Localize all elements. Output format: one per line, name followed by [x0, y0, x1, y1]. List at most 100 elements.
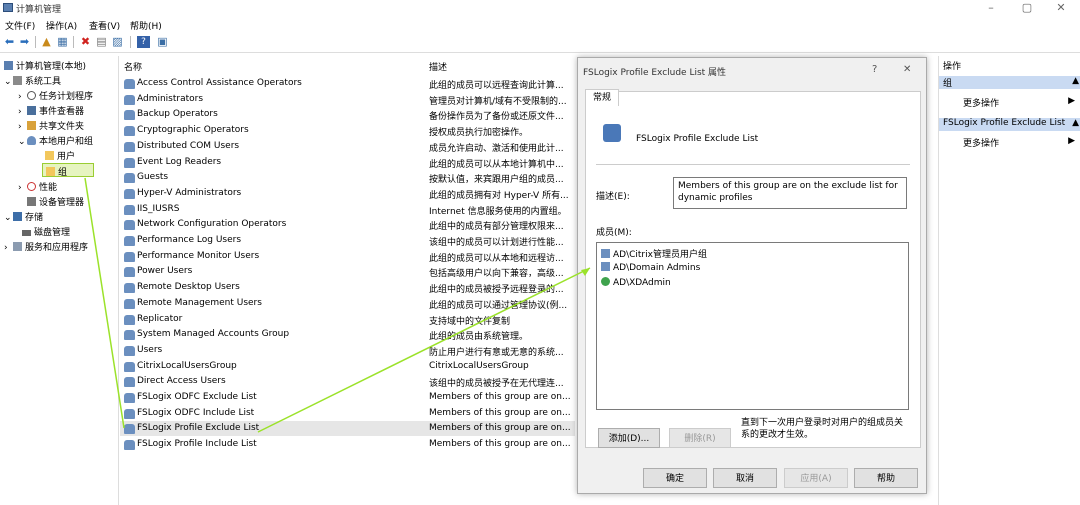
tab-general[interactable]: 常规: [585, 89, 619, 106]
tree-device-manager[interactable]: 设备管理器: [27, 195, 84, 208]
tree-root[interactable]: 计算机管理(本地): [4, 59, 86, 72]
table-row[interactable]: Event Log Readers 此组的成员可以从本地计算机中...: [120, 155, 575, 170]
console-icon[interactable]: ▣: [156, 36, 169, 48]
export-list-icon[interactable]: ▨: [111, 36, 124, 48]
add-button[interactable]: 添加(D)...: [598, 428, 660, 448]
member-item[interactable]: AD\XDAdmin: [601, 277, 671, 288]
close-window-button[interactable]: ✕: [1046, 0, 1076, 15]
members-list[interactable]: AD\Citrix管理员用户组 AD\Domain Admins AD\XDAd…: [596, 242, 909, 410]
folder-icon: [46, 167, 55, 176]
dialog-title: FSLogix Profile Exclude List 属性: [583, 68, 727, 78]
more-actions-1[interactable]: 更多操作 ▶: [963, 96, 1080, 109]
performance-icon: [27, 182, 36, 191]
chevron-down-icon[interactable]: ⌄: [18, 137, 27, 147]
tree-event-viewer[interactable]: › 事件查看器: [18, 104, 84, 117]
remove-button[interactable]: 删除(R): [669, 428, 731, 448]
dialog-help-button[interactable]: ?: [872, 64, 877, 75]
delete-icon[interactable]: ✖: [79, 36, 92, 48]
chevron-right-icon[interactable]: ›: [18, 183, 27, 193]
table-row[interactable]: Guests 按默认值，来宾跟用户组的成员...: [120, 170, 575, 185]
chevron-down-icon[interactable]: ⌄: [4, 213, 13, 223]
table-row[interactable]: FSLogix Profile Exclude List Members of t…: [120, 421, 575, 437]
group-name-cell: Performance Monitor Users: [137, 250, 260, 261]
table-row[interactable]: Power Users 包括高级用户以向下兼容，高级...: [120, 264, 575, 279]
menu-action[interactable]: 操作(A): [46, 19, 77, 32]
menu-file[interactable]: 文件(F): [5, 19, 35, 32]
actions-section-groups[interactable]: 组 ▲: [939, 76, 1080, 89]
table-row[interactable]: Replicator 支持域中的文件复制: [120, 312, 575, 327]
tree-disk-management[interactable]: 磁盘管理: [22, 225, 70, 238]
tree-task-scheduler[interactable]: › 任务计划程序: [18, 89, 93, 102]
table-row[interactable]: Remote Management Users 此组的成员可以通过管理协议(例..…: [120, 296, 575, 311]
table-row[interactable]: IIS_IUSRS Internet 信息服务使用的内置组。: [120, 202, 575, 217]
clock-icon: [27, 91, 36, 100]
table-row[interactable]: Distributed COM Users 成员允许启动、激活和使用此计...: [120, 139, 575, 154]
group-name-cell: Access Control Assistance Operators: [137, 78, 302, 88]
tab-panel: FSLogix Profile Exclude List 描述(E): Memb…: [585, 91, 921, 448]
table-row[interactable]: Performance Monitor Users 此组的成员可以从本地和远程访.…: [120, 249, 575, 264]
tree-services-apps[interactable]: › 服务和应用程序: [4, 240, 88, 253]
chevron-right-icon[interactable]: ›: [4, 243, 13, 253]
table-row[interactable]: CitrixLocalUsersGroup CitrixLocalUsersGro…: [120, 359, 575, 374]
chevron-right-icon[interactable]: ›: [18, 122, 27, 132]
tree-storage[interactable]: ⌄ 存储: [4, 210, 43, 223]
group-description-cell: 此组的成员可以通过管理协议(例...: [429, 300, 568, 311]
table-row[interactable]: Hyper-V Administrators 此组的成员拥有对 Hyper-V 所…: [120, 186, 575, 201]
group-description-cell: 此组的成员由系统管理。: [429, 332, 529, 343]
table-row[interactable]: FSLogix ODFC Include List Members of this…: [120, 406, 575, 421]
more-actions-2[interactable]: 更多操作 ▶: [963, 136, 1080, 149]
menu-help[interactable]: 帮助(H): [130, 19, 162, 32]
user-group-icon: [601, 249, 610, 258]
table-row[interactable]: Access Control Assistance Operators 此组的成员…: [120, 76, 575, 91]
apply-button[interactable]: 应用(A): [784, 468, 848, 488]
group-name-cell: FSLogix Profile Exclude List: [137, 423, 260, 434]
group-description-cell: Internet 信息服务使用的内置组。: [429, 206, 567, 217]
tree-users[interactable]: 用户: [45, 149, 75, 162]
tree-system-tools[interactable]: ⌄ 系统工具: [4, 74, 61, 87]
table-row[interactable]: Network Configuration Operators 此组中的成员有部分…: [120, 217, 575, 232]
title-bar: 计算机管理 – ▢ ✕: [0, 0, 1080, 17]
forward-icon[interactable]: ➡: [18, 36, 31, 48]
chevron-right-icon[interactable]: ›: [18, 107, 27, 117]
menu-view[interactable]: 查看(V): [89, 19, 120, 32]
dialog-close-button[interactable]: ✕: [903, 64, 911, 75]
tree-local-users-groups[interactable]: ⌄ 本地用户和组: [18, 134, 93, 147]
member-item[interactable]: AD\Domain Admins: [601, 262, 700, 273]
collapse-icon[interactable]: ▲: [1072, 76, 1079, 86]
toolbar: ⬅ ➡ ▲ ▦ ✖ ▤ ▨ ? ▣: [0, 33, 1080, 53]
minimize-button[interactable]: –: [976, 0, 1006, 15]
description-field[interactable]: Members of this group are on the exclude…: [673, 177, 907, 209]
tree-groups[interactable]: 组: [42, 163, 94, 178]
tree-performance[interactable]: › 性能: [18, 180, 57, 193]
chevron-right-icon[interactable]: ›: [18, 92, 27, 102]
properties-icon[interactable]: ▤: [95, 36, 108, 48]
table-row[interactable]: FSLogix Profile Include List Members of t…: [120, 437, 575, 452]
table-row[interactable]: Cryptographic Operators 授权成员执行加密操作。: [120, 123, 575, 138]
chevron-down-icon[interactable]: ⌄: [4, 77, 13, 87]
column-header-description[interactable]: 描述: [429, 60, 447, 73]
group-icon: [124, 440, 135, 451]
back-icon[interactable]: ⬅: [3, 36, 16, 48]
table-row[interactable]: Performance Log Users 该组中的成员可以计划进行性能...: [120, 233, 575, 248]
show-hide-tree-icon[interactable]: ▦: [56, 36, 69, 48]
member-item[interactable]: AD\Citrix管理员用户组: [601, 247, 707, 260]
maximize-button[interactable]: ▢: [1012, 0, 1042, 15]
cancel-button[interactable]: 取消: [713, 468, 777, 488]
table-row[interactable]: Users 防止用户进行有意或无意的系统...: [120, 343, 575, 358]
ok-button[interactable]: 确定: [643, 468, 707, 488]
up-folder-icon[interactable]: ▲: [40, 36, 53, 48]
help-icon[interactable]: ?: [137, 36, 150, 48]
collapse-icon[interactable]: ▲: [1072, 118, 1079, 128]
table-row[interactable]: Direct Access Users 该组中的成员被授予在无代理连...: [120, 374, 575, 389]
actions-section-selected[interactable]: FSLogix Profile Exclude List ▲: [939, 118, 1080, 131]
tree-shared-folders[interactable]: › 共享文件夹: [18, 119, 84, 132]
table-row[interactable]: FSLogix ODFC Exclude List Members of this…: [120, 390, 575, 405]
column-header-name[interactable]: 名称: [124, 60, 142, 73]
table-row[interactable]: Backup Operators 备份操作员为了备份或还原文件...: [120, 107, 575, 122]
table-row[interactable]: Remote Desktop Users 此组中的成员被授予远程登录的...: [120, 280, 575, 295]
help-button[interactable]: 帮助: [854, 468, 918, 488]
group-icon: [124, 298, 135, 309]
group-description-cell: 防止用户进行有意或无意的系统...: [429, 347, 564, 358]
table-row[interactable]: System Managed Accounts Group 此组的成员由系统管理。: [120, 327, 575, 342]
table-row[interactable]: Administrators 管理员对计算机/域有不受限制的...: [120, 92, 575, 107]
